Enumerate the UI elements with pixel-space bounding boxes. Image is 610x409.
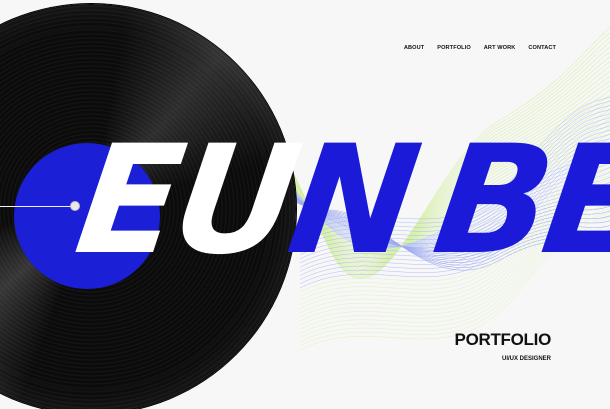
hero-title: EUNBEE (66, 114, 610, 296)
nav-item-art-work[interactable]: ART WORK (484, 45, 516, 51)
tonearm-knob-icon (70, 201, 80, 211)
nav-item-about[interactable]: ABOUT (404, 45, 424, 51)
tonearm-icon (0, 206, 76, 207)
nav-item-contact[interactable]: CONTACT (528, 45, 556, 51)
landing-page: EUNBEE ABOUT PORTFOLIO ART WORK CONTACT … (0, 0, 610, 409)
hero-title-white-part: EU (67, 114, 304, 288)
nav-item-portfolio[interactable]: PORTFOLIO (437, 45, 471, 51)
hero-title-blue-word: BEE (424, 114, 610, 288)
hero-title-blue-letter: N (279, 114, 424, 288)
role-subtitle: UI/UX DESIGNER (501, 356, 551, 362)
portfolio-heading: PORTFOLIO (454, 330, 552, 349)
top-nav: ABOUT PORTFOLIO ART WORK CONTACT (404, 45, 556, 51)
